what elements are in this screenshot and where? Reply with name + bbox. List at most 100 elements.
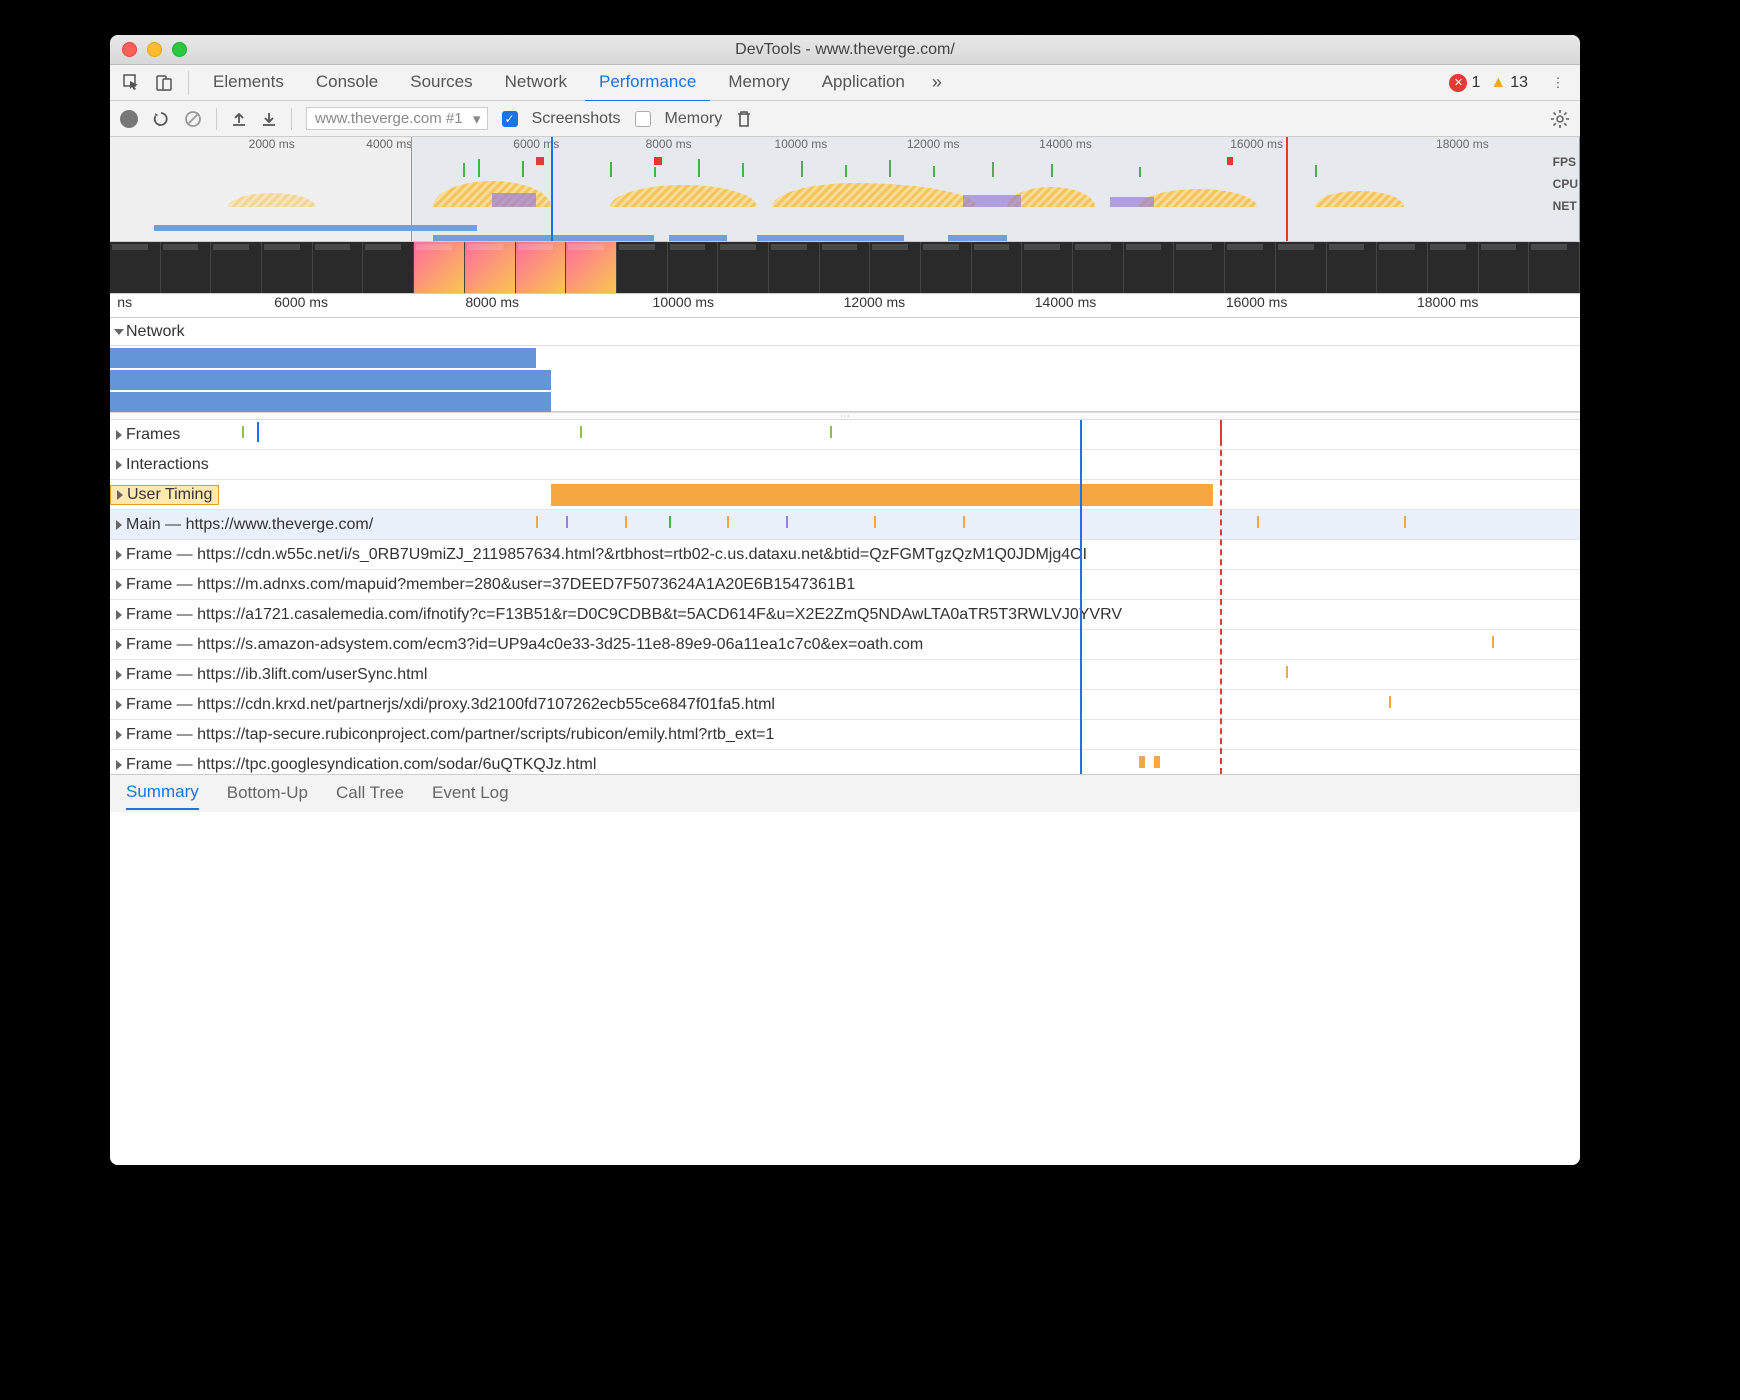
more-tabs-icon[interactable]: » <box>923 69 951 97</box>
recording-select[interactable]: www.theverge.com #1 <box>306 107 488 130</box>
filmstrip-thumb[interactable] <box>211 242 262 293</box>
frame-row[interactable]: Frame — https://tap-secure.rubiconprojec… <box>110 720 1580 750</box>
overview-minimap[interactable]: 2000 ms 4000 ms 6000 ms 8000 ms 10000 ms… <box>110 137 1580 242</box>
filmstrip-thumb[interactable] <box>161 242 212 293</box>
filmstrip-thumb[interactable] <box>1529 242 1580 293</box>
chevron-right-icon[interactable] <box>116 580 122 590</box>
tab-console[interactable]: Console <box>302 64 392 102</box>
filmstrip-thumb[interactable] <box>1073 242 1124 293</box>
chevron-right-icon[interactable] <box>116 430 122 440</box>
filmstrip-thumb[interactable] <box>769 242 820 293</box>
tab-event-log[interactable]: Event Log <box>432 783 509 803</box>
maximize-icon[interactable] <box>172 42 187 57</box>
chevron-right-icon[interactable] <box>116 550 122 560</box>
frame-row[interactable]: Frame — https://s.amazon-adsystem.com/ec… <box>110 630 1580 660</box>
filmstrip-thumb[interactable] <box>820 242 871 293</box>
inspect-icon[interactable] <box>118 69 146 97</box>
tab-summary[interactable]: Summary <box>126 782 199 810</box>
frame-url: Frame — https://tap-secure.rubiconprojec… <box>126 726 774 744</box>
frame-url: Frame — https://a1721.casalemedia.com/if… <box>126 606 1122 624</box>
filmstrip-thumb[interactable] <box>414 242 465 293</box>
filmstrip-thumb[interactable] <box>1276 242 1327 293</box>
filmstrip-thumb[interactable] <box>1377 242 1428 293</box>
frame-row[interactable]: Frame — https://cdn.w55c.net/i/s_0RB7U9m… <box>110 540 1580 570</box>
kebab-menu-icon[interactable]: ⋮ <box>1544 69 1572 97</box>
user-timing-lane[interactable]: User Timing <box>110 480 1580 510</box>
upload-icon[interactable] <box>231 111 247 127</box>
tick: 12000 ms <box>844 294 905 310</box>
error-count[interactable]: ✕1 <box>1449 74 1480 92</box>
close-icon[interactable] <box>122 42 137 57</box>
filmstrip-thumb[interactable] <box>718 242 769 293</box>
frame-row[interactable]: Frame — https://cdn.krxd.net/partnerjs/x… <box>110 690 1580 720</box>
warning-count-value: 13 <box>1510 74 1528 92</box>
filmstrip-thumb[interactable] <box>363 242 414 293</box>
tab-call-tree[interactable]: Call Tree <box>336 783 404 803</box>
flame-chart[interactable]: Frames Interactions User Timing Main — h… <box>110 420 1580 774</box>
warning-count[interactable]: ▲13 <box>1490 74 1528 92</box>
chevron-right-icon[interactable] <box>116 670 122 680</box>
tab-memory[interactable]: Memory <box>714 64 803 102</box>
tab-performance[interactable]: Performance <box>585 64 710 102</box>
frames-lane[interactable]: Frames <box>110 420 1580 450</box>
settings-gear-icon[interactable] <box>1550 109 1570 129</box>
playhead-line[interactable] <box>1080 420 1082 774</box>
filmstrip-thumb[interactable] <box>1479 242 1530 293</box>
filmstrip-thumb[interactable] <box>870 242 921 293</box>
filmstrip-thumb[interactable] <box>921 242 972 293</box>
frame-row[interactable]: Frame — https://m.adnxs.com/mapuid?membe… <box>110 570 1580 600</box>
chevron-right-icon[interactable] <box>116 730 122 740</box>
clear-icon[interactable] <box>184 110 202 128</box>
download-icon[interactable] <box>261 111 277 127</box>
frame-row[interactable]: Frame — https://tpc.googlesyndication.co… <box>110 750 1580 774</box>
main-thread-lane[interactable]: Main — https://www.theverge.com/ <box>110 510 1580 540</box>
filmstrip-thumb[interactable] <box>1225 242 1276 293</box>
filmstrip-thumb[interactable] <box>1327 242 1378 293</box>
tab-elements[interactable]: Elements <box>199 64 298 102</box>
detail-ruler[interactable]: ns 6000 ms 8000 ms 10000 ms 12000 ms 140… <box>110 294 1580 318</box>
chevron-down-icon[interactable] <box>114 329 124 335</box>
filmstrip-thumb[interactable] <box>1428 242 1479 293</box>
chevron-right-icon[interactable] <box>116 640 122 650</box>
filmstrip-thumb[interactable] <box>617 242 668 293</box>
chevron-right-icon[interactable] <box>116 610 122 620</box>
filmstrip-thumb[interactable] <box>262 242 313 293</box>
chevron-right-icon[interactable] <box>116 460 122 470</box>
filmstrip-thumb[interactable] <box>516 242 567 293</box>
window-title: DevTools - www.theverge.com/ <box>110 41 1580 59</box>
filmstrip-thumb[interactable] <box>668 242 719 293</box>
tab-network[interactable]: Network <box>491 64 581 102</box>
trash-icon[interactable] <box>736 110 752 128</box>
user-timing-span[interactable] <box>551 484 1213 506</box>
filmstrip-thumb[interactable] <box>110 242 161 293</box>
filmstrip-thumb[interactable] <box>1022 242 1073 293</box>
filmstrip-thumb[interactable] <box>972 242 1023 293</box>
filmstrip-thumb[interactable] <box>465 242 516 293</box>
minimize-icon[interactable] <box>147 42 162 57</box>
frame-row[interactable]: Frame — https://a1721.casalemedia.com/if… <box>110 600 1580 630</box>
tab-application[interactable]: Application <box>808 64 919 102</box>
filmstrip-thumb[interactable] <box>1124 242 1175 293</box>
screenshot-filmstrip[interactable] <box>110 242 1580 294</box>
interactions-lane[interactable]: Interactions <box>110 450 1580 480</box>
filmstrip-thumb[interactable] <box>1174 242 1225 293</box>
splitter-handle[interactable]: ⋯ <box>110 412 1580 420</box>
network-bars[interactable] <box>110 346 1580 412</box>
tab-sources[interactable]: Sources <box>396 64 486 102</box>
frame-row[interactable]: Frame — https://ib.3lift.com/userSync.ht… <box>110 660 1580 690</box>
long-frame-marker <box>654 157 662 165</box>
memory-checkbox[interactable] <box>635 111 651 127</box>
tab-bottom-up[interactable]: Bottom-Up <box>227 783 308 803</box>
filmstrip-thumb[interactable] <box>566 242 617 293</box>
device-toggle-icon[interactable] <box>150 69 178 97</box>
playhead-cursor[interactable] <box>551 137 553 241</box>
chevron-right-icon[interactable] <box>116 760 122 770</box>
reload-icon[interactable] <box>152 110 170 128</box>
chevron-right-icon[interactable] <box>116 520 122 530</box>
filmstrip-thumb[interactable] <box>313 242 364 293</box>
chevron-right-icon[interactable] <box>117 490 123 500</box>
record-button[interactable] <box>120 110 138 128</box>
screenshots-checkbox[interactable]: ✓ <box>502 111 518 127</box>
network-track-header[interactable]: Network <box>110 318 1580 346</box>
chevron-right-icon[interactable] <box>116 700 122 710</box>
